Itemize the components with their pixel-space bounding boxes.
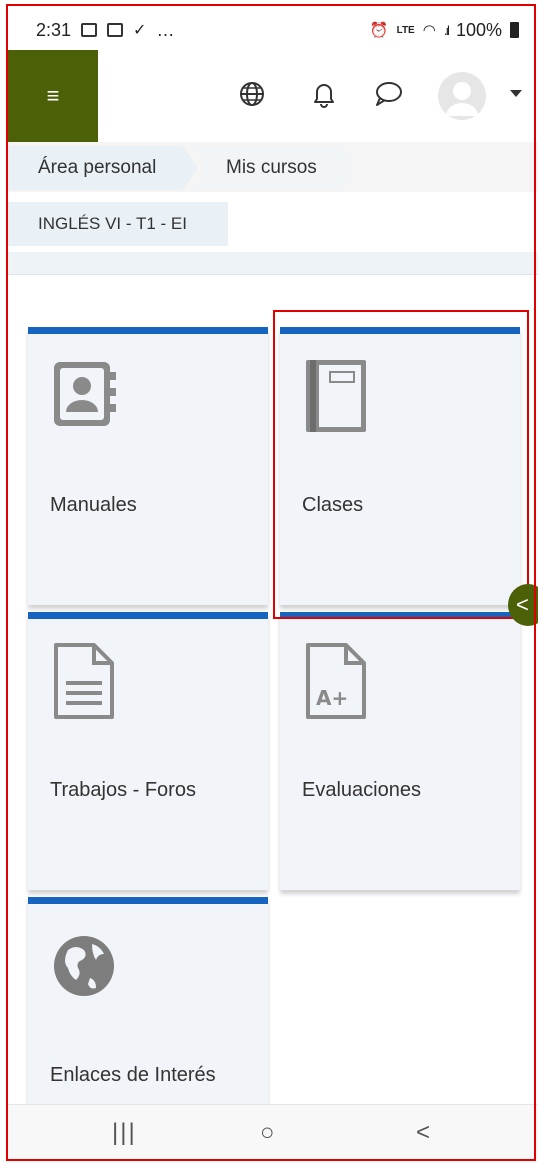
battery-icon bbox=[510, 22, 519, 38]
top-navbar: ≡ bbox=[8, 50, 538, 142]
svg-text:A+: A+ bbox=[316, 686, 348, 710]
menu-button[interactable]: ≡ bbox=[8, 50, 98, 142]
tile-label: Evaluaciones bbox=[302, 779, 421, 801]
signal-icon: .ıl bbox=[443, 22, 450, 38]
avatar[interactable] bbox=[438, 72, 486, 120]
tile-clases[interactable]: Clases bbox=[280, 327, 520, 605]
globe-icon[interactable] bbox=[236, 78, 268, 110]
recents-button[interactable]: ||| bbox=[112, 1119, 137, 1147]
caret-down-icon[interactable] bbox=[510, 90, 522, 97]
grade-document-icon: A+ bbox=[302, 641, 372, 721]
battery-text: 100% bbox=[455, 19, 502, 40]
document-icon bbox=[50, 641, 120, 721]
email-icon bbox=[107, 23, 124, 37]
status-overflow: … bbox=[156, 19, 175, 40]
status-bar: 2:31 ✓ … ⏰ LTE ◠ .ıl 100% bbox=[8, 10, 533, 50]
hamburger-icon: ≡ bbox=[46, 83, 60, 108]
breadcrumb-item-area-personal[interactable]: Área personal bbox=[8, 146, 198, 190]
tile-label: Manuales bbox=[50, 494, 137, 516]
gallery-icon bbox=[81, 23, 98, 37]
contact-book-icon bbox=[50, 356, 120, 436]
tile-evaluaciones[interactable]: A+ Evaluaciones bbox=[280, 612, 520, 890]
system-navigation-bar: ||| ○ < bbox=[8, 1104, 538, 1163]
globe-americas-icon bbox=[50, 926, 120, 1006]
tile-enlaces-de-interes[interactable]: Enlaces de Interés bbox=[28, 897, 268, 1124]
tile-label: Clases bbox=[302, 494, 364, 516]
volte-icon: LTE bbox=[396, 24, 415, 36]
tile-label: Trabajos - Foros bbox=[50, 779, 196, 801]
course-title[interactable]: INGLÉS VI - T1 - EI bbox=[8, 202, 228, 246]
chat-icon[interactable] bbox=[372, 78, 404, 110]
tile-label: Enlaces de Interés bbox=[50, 1064, 216, 1086]
notebook-icon bbox=[302, 356, 372, 436]
chevron-left-icon: < bbox=[516, 592, 529, 617]
section-divider bbox=[8, 252, 538, 275]
home-button[interactable]: ○ bbox=[260, 1119, 275, 1147]
breadcrumb-item-mis-cursos[interactable]: Mis cursos bbox=[194, 146, 354, 190]
bell-icon[interactable] bbox=[308, 78, 340, 110]
wifi-icon: ◠ bbox=[422, 22, 436, 39]
download-done-icon: ✓ bbox=[133, 22, 147, 39]
tile-manuales[interactable]: Manuales bbox=[28, 327, 268, 605]
alarm-icon: ⏰ bbox=[369, 22, 389, 39]
status-time: 2:31 bbox=[36, 19, 72, 40]
tile-trabajos-foros[interactable]: Trabajos - Foros bbox=[28, 612, 268, 890]
breadcrumb: Área personal Mis cursos bbox=[8, 142, 538, 192]
back-button[interactable]: < bbox=[416, 1119, 430, 1147]
